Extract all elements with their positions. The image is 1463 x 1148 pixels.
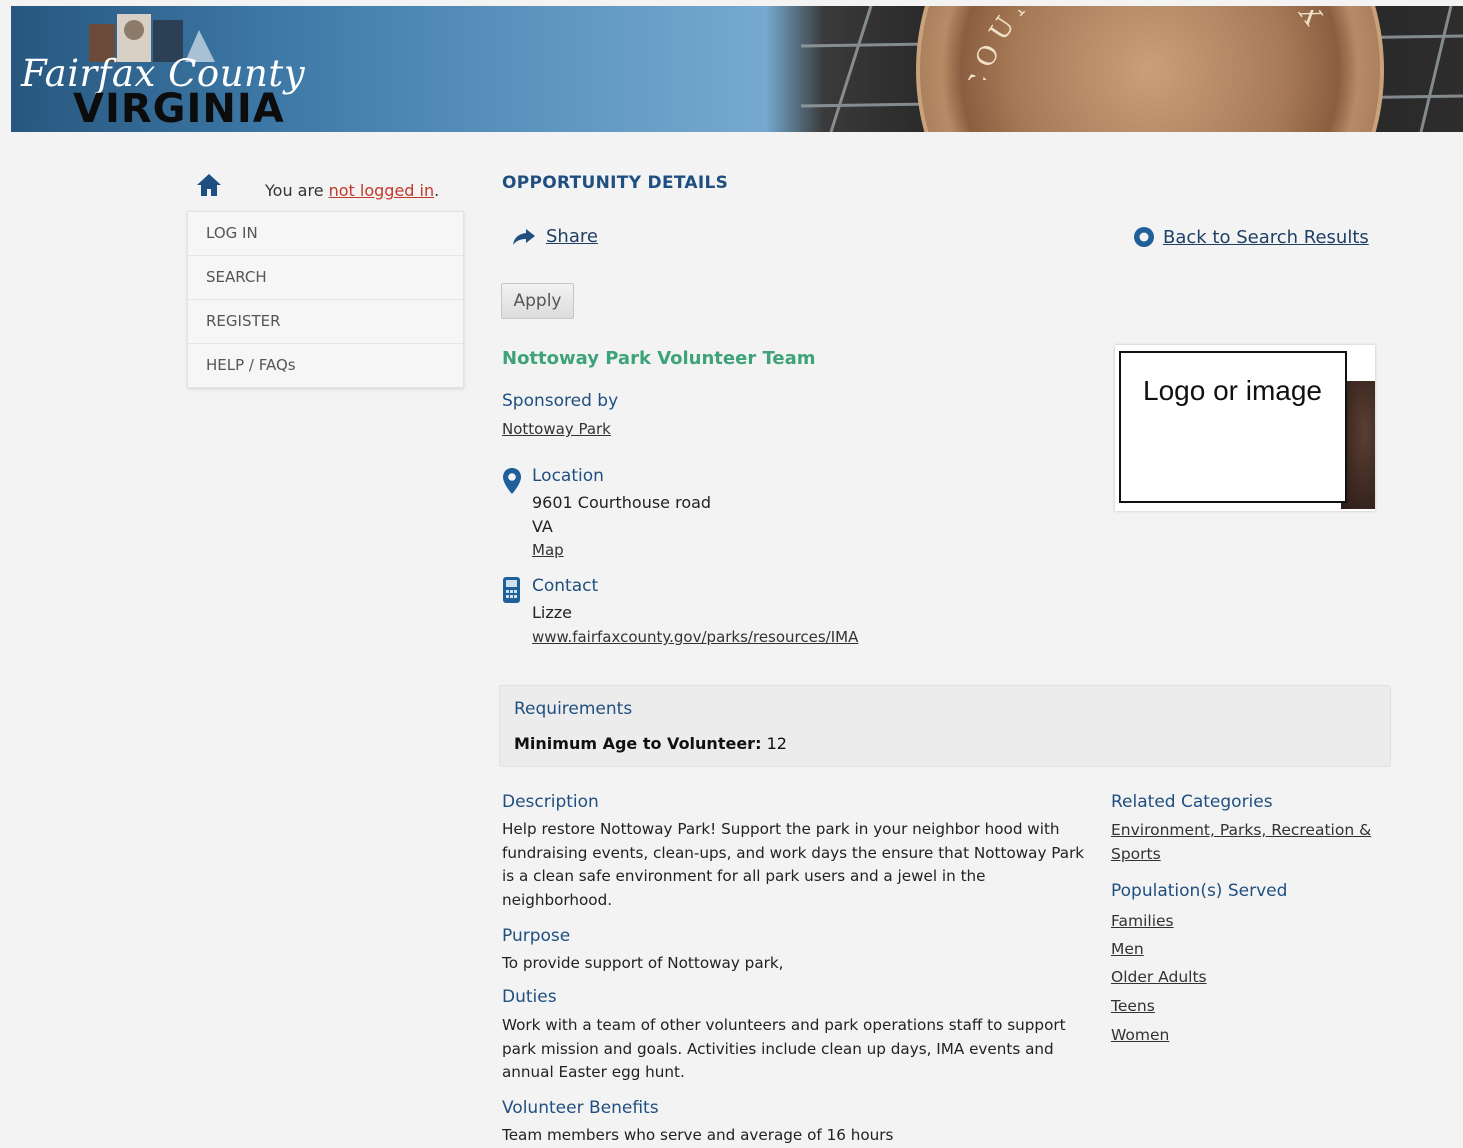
home-icon[interactable] [196, 172, 222, 198]
svg-text:COUNTY OF FAIRFAX: COUNTY OF FAIRFAX [961, 10, 1332, 80]
purpose-text: To provide support of Nottoway park, [502, 954, 784, 972]
population-link-older-adults[interactable]: Older Adults [1111, 965, 1207, 989]
contact-name: Lizze [532, 603, 572, 622]
volunteer-benefits-label: Volunteer Benefits [502, 1098, 659, 1118]
related-categories-label: Related Categories [1111, 792, 1273, 812]
population-link-men[interactable]: Men [1111, 937, 1144, 961]
purpose-label: Purpose [502, 926, 571, 946]
sidebar-item-help-faqs[interactable]: HELP / FAQs [188, 344, 463, 387]
opportunity-title: Nottoway Park Volunteer Team [502, 348, 816, 369]
minimum-age-label: Minimum Age to Volunteer: [514, 734, 762, 753]
population-link-teens[interactable]: Teens [1111, 994, 1155, 1018]
map-link[interactable]: Map [532, 541, 564, 559]
description-label: Description [502, 792, 599, 812]
requirements-title: Requirements [514, 699, 633, 719]
share-arrow-icon [513, 228, 535, 245]
back-circle-icon [1134, 227, 1154, 247]
sidebar-item-log-in[interactable]: LOG IN [188, 212, 463, 256]
sidebar-item-search[interactable]: SEARCH [188, 256, 463, 300]
population-link-families[interactable]: Families [1111, 909, 1174, 933]
contact-label: Contact [532, 576, 599, 596]
header-banner: COUNTY OF FAIRFAX Fairfax County VIRGINI… [11, 6, 1463, 132]
duties-text: Work with a team of other volunteers and… [502, 1016, 1066, 1081]
minimum-age-value: 12 [766, 734, 787, 753]
seal-lettering: COUNTY OF FAIRFAX [961, 10, 1332, 80]
login-status: You are not logged in. [265, 181, 440, 200]
logo-placeholder-box: Logo or image [1119, 351, 1347, 503]
sidebar-menu: LOG IN SEARCH REGISTER HELP / FAQs [187, 211, 464, 388]
population-link-women[interactable]: Women [1111, 1023, 1169, 1047]
minimum-age-line: Minimum Age to Volunteer: 12 [514, 734, 787, 753]
sidebar-item-register[interactable]: REGISTER [188, 300, 463, 344]
organization-logo-image: Logo or image [1115, 345, 1375, 511]
share-control[interactable]: Share [512, 226, 598, 247]
description-text: Help restore Nottoway Park! Support the … [502, 820, 1085, 909]
logo-placeholder-text: Logo or image [1143, 375, 1323, 406]
back-to-results-control[interactable]: Back to Search Results [1133, 226, 1369, 248]
duties-label: Duties [502, 987, 557, 1007]
populations-served-label: Population(s) Served [1111, 881, 1288, 901]
requirements-panel: Requirements Minimum Age to Volunteer: 1… [499, 685, 1391, 767]
volunteer-benefits-text: Team members who serve and average of 16… [502, 1126, 894, 1144]
not-logged-in-link[interactable]: not logged in [329, 181, 435, 200]
phone-icon [503, 577, 520, 603]
share-link[interactable]: Share [546, 226, 598, 247]
location-label: Location [532, 466, 604, 486]
sponsored-by-label: Sponsored by [502, 391, 619, 411]
sponsor-link[interactable]: Nottoway Park [502, 420, 611, 438]
contact-url-link[interactable]: www.fairfaxcounty.gov/parks/resources/IM… [532, 628, 858, 646]
logo-state-name: VIRGINIA [73, 86, 285, 132]
related-category-link[interactable]: Environment, Parks, Recreation & Sports [1111, 818, 1391, 866]
page-title: OPPORTUNITY DETAILS [502, 173, 729, 193]
location-address: 9601 Courthouse road [532, 493, 712, 512]
apply-button[interactable]: Apply [501, 283, 574, 319]
map-pin-icon [503, 468, 521, 494]
location-state: VA [532, 517, 553, 536]
back-to-search-results-link[interactable]: Back to Search Results [1163, 227, 1369, 248]
